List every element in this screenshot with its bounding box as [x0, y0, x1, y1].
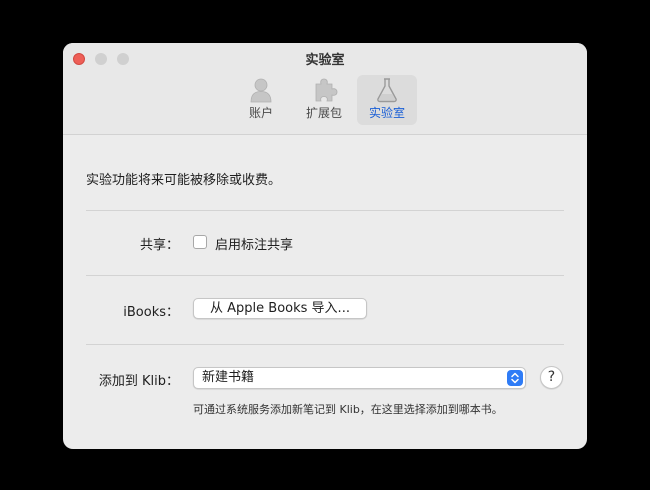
ibooks-label: iBooks： — [123, 305, 179, 320]
titlebar: 实验室 账户 扩展包 实验室 — [63, 43, 587, 135]
klib-book-select[interactable]: 新建书籍 — [193, 367, 526, 389]
divider — [86, 210, 564, 211]
tab-labs-label: 实验室 — [368, 106, 405, 120]
labs-pane: 实验功能将来可能被移除或收费。 共享： 启用标注共享 iBooks： 从 App… — [63, 135, 587, 449]
enable-annotation-sharing-label[interactable]: 启用标注共享 — [215, 234, 293, 253]
share-label: 共享： — [139, 238, 179, 253]
tab-extensions[interactable]: 扩展包 — [294, 75, 354, 125]
help-button[interactable]: ? — [540, 366, 563, 389]
divider — [86, 275, 564, 276]
tab-accounts[interactable]: 账户 — [231, 75, 291, 125]
tab-labs[interactable]: 实验室 — [357, 75, 417, 125]
tab-accounts-label: 账户 — [248, 106, 273, 120]
klib-book-select-value: 新建书籍 — [202, 370, 255, 385]
chevron-updown-icon — [507, 370, 523, 386]
import-apple-books-button[interactable]: 从 Apple Books 导入... — [193, 298, 367, 319]
tab-extensions-label: 扩展包 — [305, 106, 342, 120]
add-to-klib-label: 添加到 Klib： — [98, 374, 179, 389]
divider — [86, 344, 564, 345]
person-icon — [250, 78, 272, 103]
window-title: 实验室 — [305, 53, 345, 68]
klib-hint-text: 可通过系统服务添加新笔记到 Klib，在这里选择添加到哪本书。 — [193, 403, 503, 416]
flask-icon — [377, 78, 397, 103]
puzzle-icon — [315, 78, 338, 102]
preferences-window: 实验室 账户 扩展包 实验室 实验功能将来可能被移除或收费。 共享： 启用标注共… — [63, 43, 587, 449]
intro-text: 实验功能将来可能被移除或收费。 — [86, 173, 282, 188]
enable-annotation-sharing-checkbox[interactable] — [193, 235, 207, 249]
